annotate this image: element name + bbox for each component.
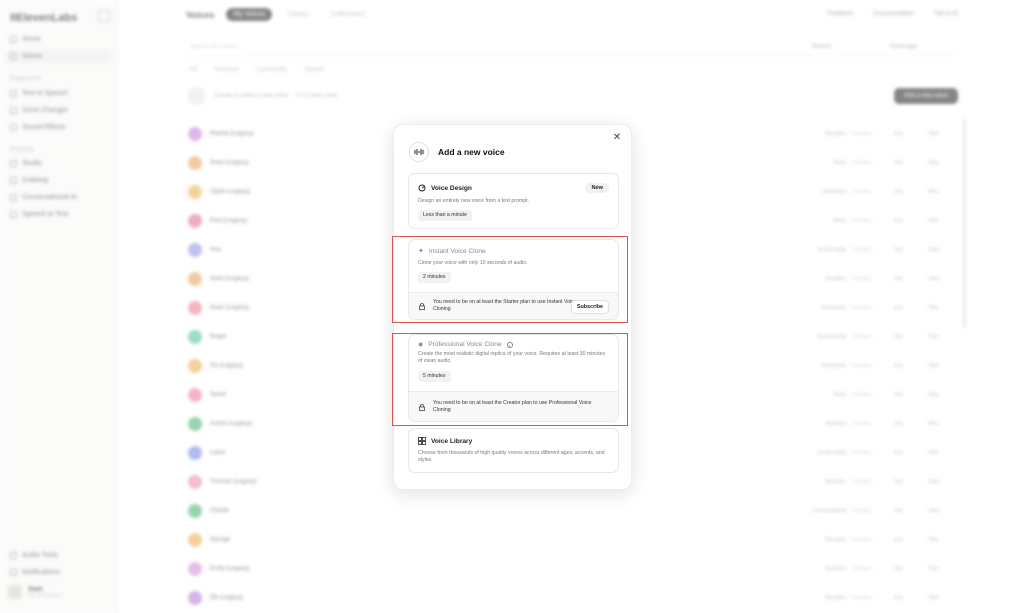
option-description: Choose from thousands of high quality vo…	[418, 450, 605, 464]
highlight-instant-clone	[392, 236, 628, 323]
option-voice-design[interactable]: Voice Design New Design an entirely new …	[408, 173, 619, 229]
new-badge: New	[585, 183, 609, 193]
modal-header: Add a new voice	[409, 142, 505, 162]
option-title-text: Voice Library	[431, 437, 473, 445]
modal-title: Add a new voice	[438, 147, 505, 157]
option-description: Design an entirely new voice from a text…	[418, 198, 530, 204]
option-title: Voice Design	[418, 184, 472, 192]
voice-wave-icon	[409, 142, 429, 162]
voice-design-icon	[418, 184, 426, 192]
highlight-professional-clone	[392, 333, 628, 426]
grid-icon	[418, 437, 426, 445]
option-voice-library[interactable]: Voice Library Choose from thousands of h…	[408, 428, 619, 473]
option-title: Voice Library	[418, 437, 472, 445]
time-badge: Less than a minute	[418, 210, 472, 221]
option-title-text: Voice Design	[431, 184, 472, 192]
close-icon[interactable]: ✕	[612, 133, 622, 143]
